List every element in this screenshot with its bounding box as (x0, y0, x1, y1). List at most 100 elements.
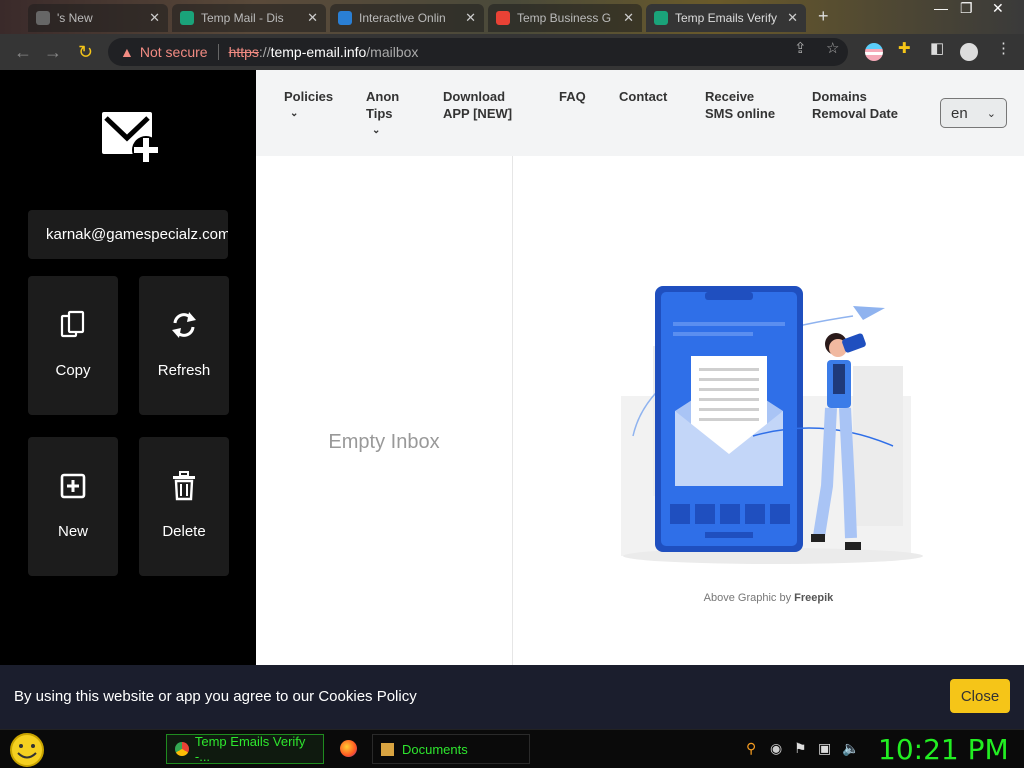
taskbar-item-label: Documents (402, 741, 468, 757)
copy-label: Copy (55, 362, 91, 379)
new-label: New (57, 523, 88, 540)
cookie-banner: By using this website or app you agree t… (0, 665, 1024, 729)
url-host: temp-email.info (270, 44, 367, 60)
flag-icon[interactable]: ⚑ (794, 740, 807, 757)
nav-faq[interactable]: FAQ (559, 88, 586, 105)
profile-avatar[interactable] (960, 43, 978, 61)
maximize-button[interactable]: ❐ (960, 0, 973, 17)
url-scheme-separator: :// (258, 44, 271, 60)
delete-label: Delete (162, 523, 206, 540)
phone-envelope-illustration (621, 286, 923, 564)
forward-arrow-icon[interactable]: → (44, 42, 62, 63)
url-path: /mailbox (366, 44, 419, 60)
nav-domains-line2: Removal Date (812, 106, 898, 121)
browser-tab-bar: 's New ✕ Temp Mail - Dis ✕ Interactive O… (0, 0, 1024, 34)
nav-anon-tips[interactable]: Anon Tips ⌄ (366, 88, 399, 139)
nav-faq-label: FAQ (559, 89, 586, 104)
new-tab-button[interactable]: + (818, 6, 829, 27)
credit-link[interactable]: Freepik (794, 592, 833, 604)
mail-plus-logo-icon[interactable] (100, 108, 162, 164)
search-icon[interactable]: ⚲ (746, 740, 756, 757)
email-address-display[interactable]: karnak@gamespecialz.com (28, 210, 228, 259)
network-icon[interactable]: ▣ (818, 740, 831, 757)
refresh-icon (172, 312, 196, 338)
web-page: karnak@gamespecialz.com Copy Refresh New… (0, 70, 1024, 665)
tab-label: Temp Business G (517, 11, 612, 25)
new-button[interactable]: New (28, 437, 118, 576)
empty-inbox-text: Empty Inbox (328, 431, 440, 453)
tab-favicon-icon (338, 11, 352, 25)
language-value: en (951, 104, 968, 122)
tab-favicon-icon (180, 11, 194, 25)
chevron-down-icon: ⌄ (372, 125, 381, 136)
plus-square-icon (60, 473, 86, 499)
nav-domains-removal[interactable]: Domains Removal Date (812, 88, 898, 122)
back-arrow-icon[interactable]: ← (14, 42, 32, 63)
taskbar-item-label: Temp Emails Verify -... (194, 734, 306, 764)
copy-button[interactable]: Copy (28, 276, 118, 415)
tab-close-icon[interactable]: ✕ (307, 10, 318, 26)
start-menu-smiley-icon[interactable] (8, 732, 46, 768)
credit-prefix: Above Graphic by (703, 592, 792, 604)
inbox-list: Empty Inbox (256, 156, 513, 665)
window-close-button[interactable]: ✕ (992, 0, 1004, 17)
tab-label: Interactive Onlin (359, 11, 446, 25)
tab-close-icon[interactable]: ✕ (149, 10, 160, 26)
not-secure-label: Not secure (139, 44, 208, 60)
chrome-icon (175, 742, 189, 756)
delete-button[interactable]: Delete (139, 437, 229, 576)
language-select[interactable]: en ⌄ (940, 98, 1007, 128)
nav-anon-tips-line2: Tips (366, 106, 393, 121)
nav-sms-line2: SMS online (705, 106, 776, 121)
browser-tab-1[interactable]: 's New ✕ (28, 4, 168, 32)
share-icon[interactable]: ⇪ (794, 39, 807, 57)
cookie-text: By using this website or app you agree t… (14, 688, 417, 705)
browser-tab-active[interactable]: Temp Emails Verify ✕ (646, 4, 806, 32)
taskbar-item-documents[interactable]: Documents (372, 734, 530, 764)
firefox-icon[interactable] (340, 740, 357, 757)
browser-toolbar: ← → ↻ ▲ Not secure https://temp-email.in… (0, 34, 1024, 70)
address-bar[interactable]: ▲ Not secure https://temp-email.info/mai… (108, 38, 848, 66)
nav-download-app[interactable]: Download APP [NEW] (443, 88, 512, 122)
extension-flag-icon[interactable] (865, 43, 883, 61)
reload-icon[interactable]: ↻ (78, 42, 93, 63)
nav-anon-tips-line1: Anon (366, 89, 400, 104)
side-panel-icon[interactable]: ◧ (930, 39, 944, 57)
nav-policies-label: Policies (284, 89, 334, 104)
menu-kebab-icon[interactable]: ⋮ (996, 39, 1011, 57)
volume-icon[interactable]: 🔈 (842, 740, 859, 757)
refresh-button[interactable]: Refresh (139, 276, 229, 415)
refresh-label: Refresh (157, 362, 211, 379)
chevron-down-icon: ⌄ (290, 108, 299, 119)
bookmark-star-icon[interactable]: ☆ (826, 39, 839, 57)
image-credit: Above Graphic by Freepik (513, 592, 1024, 604)
nav-domains-line1: Domains (812, 89, 867, 104)
browser-tab-4[interactable]: Temp Business G ✕ (488, 4, 642, 32)
tab-close-icon[interactable]: ✕ (465, 10, 476, 26)
sidebar: karnak@gamespecialz.com Copy Refresh New… (0, 70, 256, 665)
folder-icon (381, 742, 394, 756)
browser-tab-3[interactable]: Interactive Onlin ✕ (330, 4, 484, 32)
nav-download-line1: Download (443, 89, 506, 104)
tab-close-icon[interactable]: ✕ (787, 10, 798, 26)
tab-close-icon[interactable]: ✕ (623, 10, 634, 26)
chat-icon[interactable]: ◉ (770, 740, 782, 757)
nav-policies[interactable]: Policies ⌄ (284, 88, 333, 122)
url-scheme: https (228, 44, 259, 60)
tab-label: Temp Emails Verify (675, 11, 778, 25)
warning-icon: ▲ (120, 44, 134, 60)
nav-download-line2: APP [NEW] (443, 106, 513, 121)
tab-favicon-icon (36, 11, 50, 25)
tab-label: Temp Mail - Dis (201, 11, 284, 25)
extensions-puzzle-icon[interactable]: ✚ (898, 39, 911, 57)
cookie-close-button[interactable]: Close (950, 679, 1010, 713)
minimize-button[interactable]: — (934, 0, 948, 16)
tab-favicon-icon (654, 11, 668, 25)
nav-sms-line1: Receive (705, 89, 755, 104)
browser-tab-2[interactable]: Temp Mail - Dis ✕ (172, 4, 326, 32)
taskbar-item-chrome[interactable]: Temp Emails Verify -... (166, 734, 324, 764)
clock[interactable]: 10:21 PM (878, 733, 1009, 766)
nav-contact[interactable]: Contact (619, 88, 667, 105)
message-viewer: Above Graphic by Freepik (513, 156, 1024, 665)
nav-receive-sms[interactable]: Receive SMS online (705, 88, 775, 122)
